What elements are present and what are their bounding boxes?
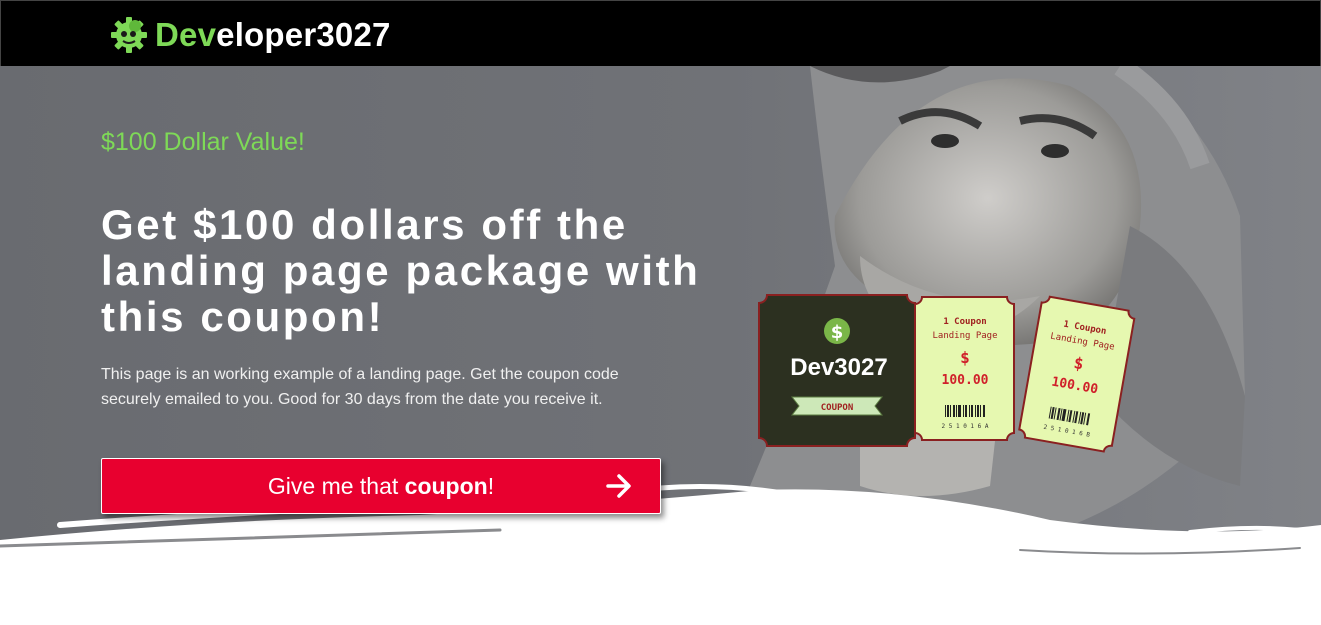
ticket-1-line1: 1 Coupon <box>943 317 986 327</box>
top-nav: Developer3027 <box>0 0 1321 66</box>
ticket-2: 1 Coupon Landing Page $ 100.00 2 5 1 0 1… <box>1018 295 1136 453</box>
ticket-1-currency: $ <box>960 348 970 367</box>
arrow-right-icon <box>606 474 631 498</box>
cta-label-prefix: Give me that <box>267 472 399 499</box>
cta-label-bold: coupon <box>404 472 488 499</box>
get-coupon-button[interactable]: Give me that coupon! <box>101 458 661 514</box>
ticket-1-barcode <box>945 405 985 417</box>
main-coupon-title: Dev3027 <box>790 354 887 381</box>
brand-logo[interactable]: Developer3027 <box>109 13 391 57</box>
ticket-1-line2: Landing Page <box>932 331 997 341</box>
main-coupon-dollar: $ <box>831 322 844 343</box>
value-eyebrow: $100 Dollar Value! <box>101 128 305 156</box>
ticket-1-serial: 2 5 1 0 1 6 A <box>942 423 989 430</box>
main-coupon-ribbon: COUPON <box>821 403 854 413</box>
page-headline: Get $100 dollars off the landing page pa… <box>101 201 701 340</box>
main-coupon: $ Dev3027 COUPON <box>758 294 916 447</box>
coupon-illustration: $ Dev3027 COUPON 1 Coupon Landing Page $… <box>758 294 1136 453</box>
brand-name: Developer3027 <box>155 16 391 54</box>
cta-label: Give me that coupon! <box>268 473 494 500</box>
ticket-1-amount: 100.00 <box>942 373 989 388</box>
cta-label-suffix: ! <box>487 472 495 499</box>
brand-name-rest: eloper3027 <box>216 16 391 53</box>
hero-description: This page is an working example of a lan… <box>101 366 619 408</box>
ticket-1: 1 Coupon Landing Page $ 100.00 2 5 1 0 1… <box>914 296 1015 441</box>
brand-name-accent: Dev <box>155 16 217 53</box>
gear-icon <box>111 17 147 53</box>
